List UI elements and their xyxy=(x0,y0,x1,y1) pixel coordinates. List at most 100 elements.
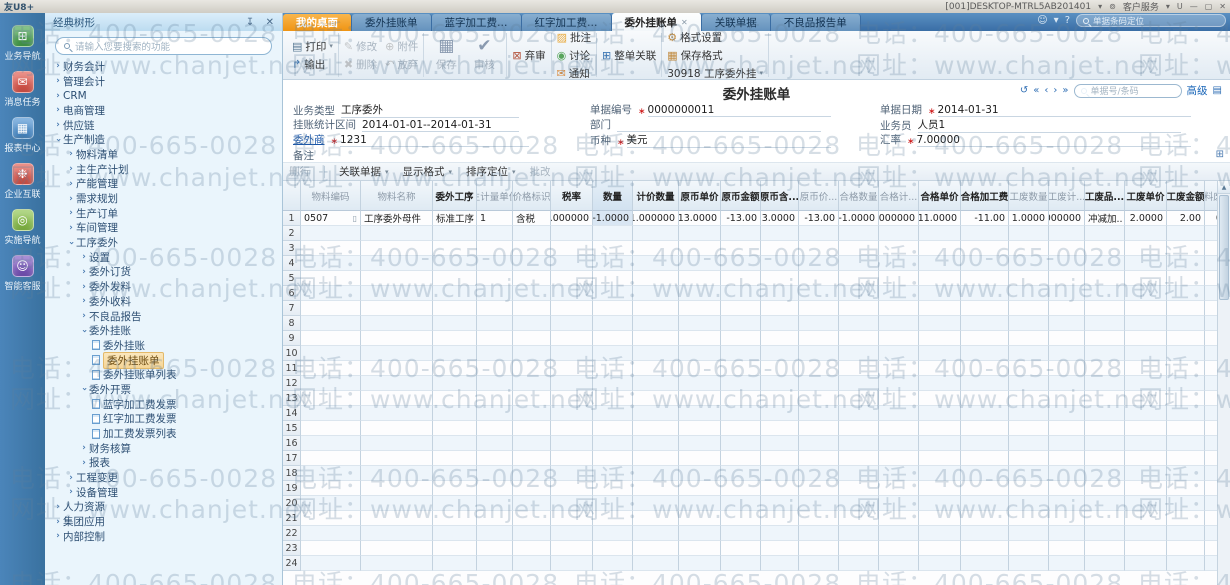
cell[interactable] xyxy=(879,361,919,376)
row-number[interactable]: 12 xyxy=(283,376,301,391)
cell[interactable] xyxy=(361,226,433,241)
cell[interactable] xyxy=(679,466,721,481)
cell[interactable] xyxy=(1085,316,1125,331)
cell[interactable] xyxy=(1167,556,1205,571)
column-header-委外工序[interactable]: 委外工序 xyxy=(433,181,477,211)
cell[interactable] xyxy=(961,226,1009,241)
cell[interactable] xyxy=(361,331,433,346)
cell[interactable] xyxy=(879,406,919,421)
field-value[interactable] xyxy=(320,150,570,163)
cell[interactable] xyxy=(593,391,633,406)
cell[interactable] xyxy=(1085,436,1125,451)
tree-item-31[interactable]: › 集团应用 xyxy=(45,514,282,529)
cell[interactable] xyxy=(799,286,839,301)
cell[interactable] xyxy=(761,466,799,481)
next-record-icon[interactable]: › xyxy=(1053,85,1057,96)
cell[interactable] xyxy=(551,226,593,241)
cell[interactable] xyxy=(839,526,879,541)
field-value[interactable]: 2014-01-01--2014-01-31 xyxy=(362,119,519,132)
cell[interactable] xyxy=(679,511,721,526)
cell[interactable] xyxy=(721,541,761,556)
cell[interactable] xyxy=(799,226,839,241)
cell[interactable] xyxy=(1085,346,1125,361)
cell[interactable] xyxy=(879,421,919,436)
cell[interactable] xyxy=(761,406,799,421)
cell[interactable] xyxy=(513,301,551,316)
cell[interactable] xyxy=(433,436,477,451)
cell[interactable] xyxy=(1167,286,1205,301)
cell[interactable] xyxy=(593,526,633,541)
cell[interactable] xyxy=(361,436,433,451)
cell[interactable] xyxy=(761,481,799,496)
cell[interactable] xyxy=(433,301,477,316)
cell[interactable] xyxy=(799,556,839,571)
cell[interactable]: 1.000000 xyxy=(1049,211,1085,226)
cell[interactable] xyxy=(301,541,361,556)
cell[interactable] xyxy=(433,481,477,496)
cell[interactable] xyxy=(1009,256,1049,271)
cell[interactable] xyxy=(679,376,721,391)
cell[interactable] xyxy=(1085,556,1125,571)
cell[interactable] xyxy=(1009,511,1049,526)
cell[interactable] xyxy=(1125,226,1167,241)
column-header-物料名称[interactable]: 物料名称 xyxy=(361,181,433,211)
cell[interactable] xyxy=(1049,361,1085,376)
advanced-search-link[interactable]: 高级 xyxy=(1187,83,1208,98)
cell[interactable] xyxy=(361,301,433,316)
cell[interactable] xyxy=(301,421,361,436)
cell[interactable] xyxy=(919,556,961,571)
cell[interactable] xyxy=(839,466,879,481)
cell[interactable] xyxy=(1125,556,1167,571)
cell[interactable] xyxy=(433,526,477,541)
cell[interactable] xyxy=(551,301,593,316)
cell[interactable] xyxy=(513,376,551,391)
cell[interactable] xyxy=(1125,466,1167,481)
cell[interactable] xyxy=(839,496,879,511)
cell[interactable] xyxy=(1167,436,1205,451)
cell[interactable] xyxy=(477,541,513,556)
cell[interactable] xyxy=(551,451,593,466)
cell[interactable] xyxy=(433,241,477,256)
row-number[interactable]: 10 xyxy=(283,346,301,361)
cell[interactable] xyxy=(919,451,961,466)
cell[interactable] xyxy=(433,286,477,301)
table-row[interactable]: 22 xyxy=(283,526,1230,541)
table-row[interactable]: 8 xyxy=(283,316,1230,331)
cell[interactable]: 2.0000 xyxy=(1125,211,1167,226)
cell[interactable] xyxy=(477,361,513,376)
cell[interactable] xyxy=(433,331,477,346)
cell[interactable] xyxy=(799,316,839,331)
table-row[interactable]: 16 xyxy=(283,436,1230,451)
cell[interactable] xyxy=(593,376,633,391)
cell[interactable] xyxy=(1085,361,1125,376)
cell[interactable] xyxy=(1167,376,1205,391)
cell[interactable]: 13.0000 xyxy=(761,211,799,226)
cell[interactable] xyxy=(721,496,761,511)
tree-item-0[interactable]: › 财务会计 xyxy=(45,59,282,74)
cell[interactable] xyxy=(839,361,879,376)
cell[interactable] xyxy=(961,466,1009,481)
cell[interactable] xyxy=(879,496,919,511)
minimize-button[interactable]: — xyxy=(1190,2,1198,11)
cell[interactable] xyxy=(1009,406,1049,421)
tree-item-27[interactable]: › 报表 xyxy=(45,456,282,471)
rail-item-4[interactable]: ◎ 实施导航 xyxy=(0,209,45,246)
cell[interactable] xyxy=(633,361,679,376)
cell[interactable] xyxy=(1167,256,1205,271)
cell[interactable] xyxy=(633,496,679,511)
cell[interactable] xyxy=(721,286,761,301)
cell[interactable] xyxy=(433,361,477,376)
cell[interactable] xyxy=(477,406,513,421)
column-header-合格数量[interactable]: 合格数量 xyxy=(839,181,879,211)
scroll-up-icon[interactable]: ▲ xyxy=(1218,181,1230,194)
cell[interactable] xyxy=(361,406,433,421)
cell[interactable] xyxy=(633,286,679,301)
table-row[interactable]: 9 xyxy=(283,331,1230,346)
cell[interactable] xyxy=(477,241,513,256)
row-number[interactable]: 9 xyxy=(283,331,301,346)
cell[interactable] xyxy=(679,316,721,331)
cell[interactable] xyxy=(1125,331,1167,346)
cell[interactable] xyxy=(1049,241,1085,256)
cell[interactable] xyxy=(1125,316,1167,331)
cell[interactable] xyxy=(551,496,593,511)
